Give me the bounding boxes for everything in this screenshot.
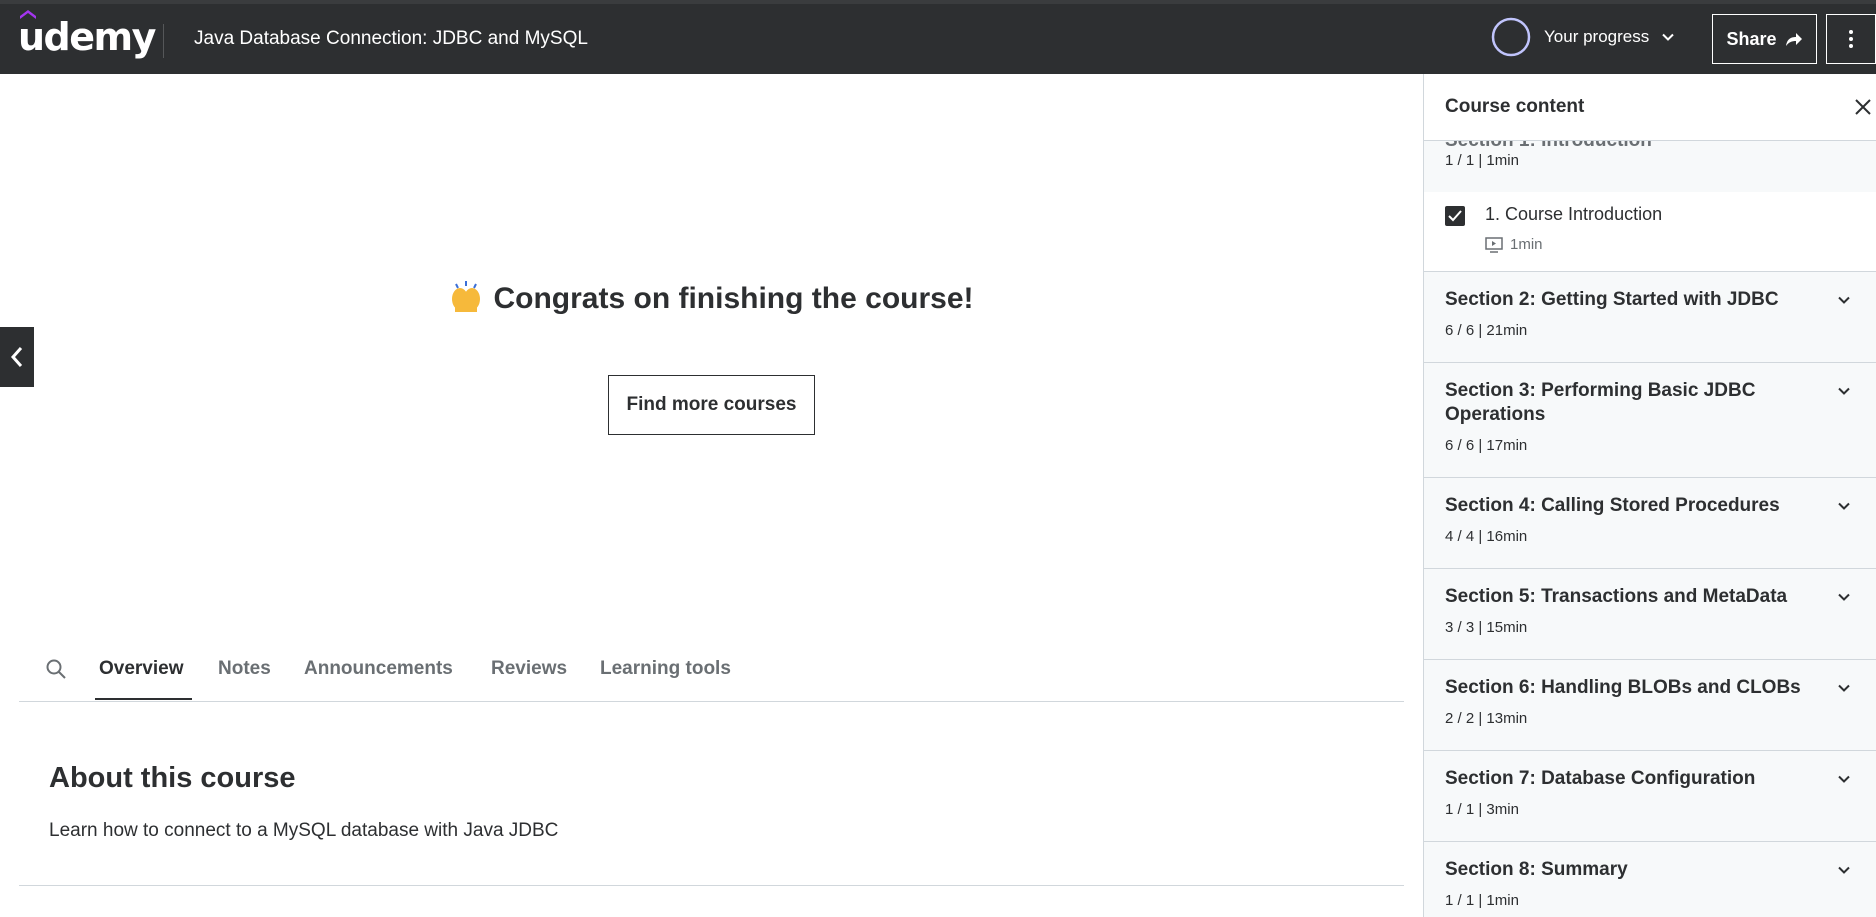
chevron-down-icon	[1838, 502, 1850, 510]
tab-learning-tools[interactable]: Learning tools	[600, 658, 731, 680]
completed-checkbox[interactable]	[1445, 206, 1465, 226]
course-title-link[interactable]: Java Database Connection: JDBC and MySQL	[194, 28, 588, 50]
progress-ring-icon	[1491, 17, 1531, 57]
header-divider	[163, 24, 164, 58]
tab-announcements[interactable]: Announcements	[304, 658, 453, 680]
section-5[interactable]: Section 5: Transactions and MetaData 3 /…	[1424, 569, 1876, 660]
section-meta: 4 / 4 | 16min	[1445, 528, 1528, 545]
vertical-dots-icon	[1849, 30, 1853, 48]
more-options-button[interactable]	[1826, 14, 1876, 64]
section-4[interactable]: Section 4: Calling Stored Procedures 4 /…	[1424, 478, 1876, 569]
progress-dropdown[interactable]: Your progress	[1490, 13, 1675, 61]
chevron-down-icon	[1838, 775, 1850, 783]
previous-button[interactable]	[0, 327, 34, 387]
find-more-courses-button[interactable]: Find more courses	[608, 375, 815, 435]
checkmark-icon	[1448, 210, 1462, 222]
sidebar-header: Course content	[1424, 74, 1876, 141]
section-title: Section 8: Summary	[1445, 859, 1628, 880]
section-2[interactable]: Section 2: Getting Started with JDBC 6 /…	[1424, 272, 1876, 363]
congrats-text: Congrats on finishing the course!	[493, 282, 974, 315]
share-arrow-icon	[1785, 33, 1802, 46]
lecture-duration: 1min	[1510, 236, 1543, 253]
course-content-sidebar: Section 1: Introduction 1 / 1 | 1min Cou…	[1423, 74, 1876, 917]
share-label: Share	[1726, 28, 1777, 49]
top-header: udemy Java Database Connection: JDBC and…	[0, 0, 1876, 74]
tab-overview[interactable]: Overview	[99, 658, 184, 680]
course-tabs: Overview Notes Announcements Reviews Lea…	[19, 648, 1404, 702]
about-title: About this course	[49, 762, 296, 794]
chevron-down-icon	[1838, 296, 1850, 304]
about-description: Learn how to connect to a MySQL database…	[49, 820, 559, 841]
chevron-down-icon	[1838, 866, 1850, 874]
share-button[interactable]: Share	[1712, 14, 1817, 64]
chevron-down-icon	[1838, 387, 1850, 395]
section-title: Section 4: Calling Stored Procedures	[1445, 495, 1780, 516]
congrats-message: Congrats on finishing the course!	[0, 280, 1423, 316]
section-title: Section 7: Database Configuration	[1445, 768, 1756, 789]
section-title: Section 3: Performing Basic JDBC Operati…	[1445, 380, 1756, 425]
section-meta: 1 / 1 | 3min	[1445, 801, 1519, 818]
section-7[interactable]: Section 7: Database Configuration 1 / 1 …	[1424, 751, 1876, 842]
close-icon[interactable]	[1854, 98, 1872, 116]
chevron-down-icon	[1662, 33, 1674, 41]
lecture-item[interactable]: 1. Course Introduction 1min	[1424, 192, 1876, 272]
section-8[interactable]: Section 8: Summary 1 / 1 | 1min	[1424, 842, 1876, 917]
video-icon	[1485, 236, 1503, 253]
active-tab-indicator	[95, 698, 192, 700]
section-meta: 6 / 6 | 21min	[1445, 322, 1528, 339]
tab-reviews[interactable]: Reviews	[491, 658, 567, 680]
chevron-down-icon	[1838, 684, 1850, 692]
udemy-logo[interactable]: udemy	[18, 10, 156, 62]
search-icon[interactable]	[45, 658, 67, 680]
section-6[interactable]: Section 6: Handling BLOBs and CLOBs 2 / …	[1424, 660, 1876, 751]
section-1-header[interactable]: Section 1: Introduction 1 / 1 | 1min	[1424, 130, 1876, 192]
section-meta: 1 / 1 | 1min	[1445, 892, 1519, 909]
tab-notes[interactable]: Notes	[218, 658, 271, 680]
divider	[19, 885, 1404, 886]
raised-hands-icon	[452, 281, 481, 312]
progress-label: Your progress	[1544, 27, 1650, 46]
section-meta: 2 / 2 | 13min	[1445, 710, 1528, 727]
lecture-meta: 1min	[1485, 236, 1543, 253]
logo-hat-icon	[20, 10, 36, 19]
section-3[interactable]: Section 3: Performing Basic JDBC Operati…	[1424, 363, 1876, 478]
logo-text: udemy	[18, 15, 156, 59]
section-1-meta: 1 / 1 | 1min	[1445, 152, 1519, 169]
chevron-down-icon	[1838, 593, 1850, 601]
section-title: Section 6: Handling BLOBs and CLOBs	[1445, 677, 1801, 698]
section-meta: 6 / 6 | 17min	[1445, 437, 1528, 454]
lecture-title: 1. Course Introduction	[1485, 204, 1663, 224]
section-meta: 3 / 3 | 15min	[1445, 619, 1528, 636]
sidebar-title: Course content	[1445, 96, 1585, 117]
section-title: Section 2: Getting Started with JDBC	[1445, 289, 1779, 310]
chevron-left-icon	[10, 347, 23, 367]
section-title: Section 5: Transactions and MetaData	[1445, 586, 1788, 607]
